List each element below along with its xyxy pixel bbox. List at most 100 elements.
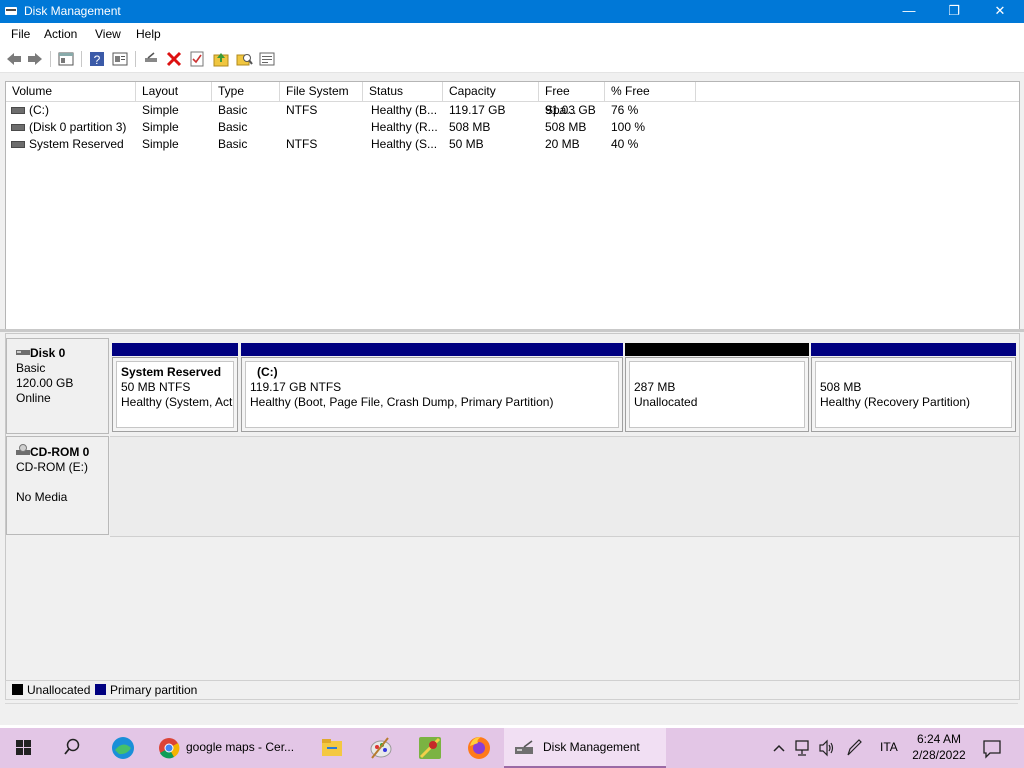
partition-unallocated[interactable]: 287 MB Unallocated <box>625 343 809 432</box>
percent-cell: 100 % <box>611 120 646 134</box>
fs-cell: NTFS <box>286 137 318 151</box>
window-title: Disk Management <box>24 4 121 18</box>
language-indicator[interactable]: ITA <box>880 740 898 754</box>
pen-icon[interactable] <box>845 728 863 768</box>
toolbar-separator <box>135 51 136 67</box>
cdrom-0-label[interactable]: CD-ROM 0 CD-ROM (E:) No Media <box>6 436 109 535</box>
table-row[interactable]: (C:) Simple Basic NTFS Healthy (B... 119… <box>6 102 1019 119</box>
network-icon[interactable] <box>794 728 812 768</box>
clock-date: 2/28/2022 <box>912 748 966 762</box>
disk-0-label[interactable]: Disk 0 Basic 120.00 GB Online <box>6 338 109 434</box>
settings-list-icon[interactable] <box>258 50 276 68</box>
delete-icon[interactable] <box>165 50 183 68</box>
partition-size: 50 MB NTFS <box>121 380 191 394</box>
partition-title: (C:) <box>257 365 278 379</box>
menu-action[interactable]: Action <box>44 27 77 41</box>
volume-icon <box>11 141 25 149</box>
taskbar-disk-management[interactable]: Disk Management <box>504 728 666 768</box>
forward-arrow-icon[interactable] <box>26 50 44 68</box>
connect-drive-icon[interactable] <box>142 50 160 68</box>
toolbar-separator <box>81 51 82 67</box>
start-icon[interactable] <box>14 728 34 768</box>
minimize-button[interactable]: — <box>886 0 932 23</box>
partition-status: Healthy (Boot, Page File, Crash Dump, Pr… <box>250 395 554 409</box>
partition-recovery[interactable]: 508 MB Healthy (Recovery Partition) <box>811 343 1016 432</box>
taskbar-chrome-window[interactable]: google maps - Cer... <box>152 728 304 768</box>
status-bar <box>5 703 1018 722</box>
partition-status: Healthy (Recovery Partition) <box>820 395 971 409</box>
disk-management-icon <box>5 7 17 15</box>
column-free-space[interactable]: Free Spa... <box>539 82 605 117</box>
partition-c[interactable]: (C:) 119.17 GB NTFS Healthy (Boot, Page … <box>241 343 623 432</box>
partition-bar <box>625 343 809 356</box>
maps-app-icon[interactable] <box>417 728 443 768</box>
active-window-label: Disk Management <box>543 740 640 754</box>
folder-up-icon[interactable] <box>212 50 230 68</box>
disk-management-icon <box>515 740 533 754</box>
edge-icon[interactable] <box>110 728 136 768</box>
clock[interactable]: 6:24 AM 2/28/2022 <box>908 731 970 763</box>
column-file-system[interactable]: File System <box>280 82 363 101</box>
disk-name: CD-ROM 0 <box>30 445 90 459</box>
status-cell: Healthy (R... <box>371 120 438 134</box>
notification-icon[interactable] <box>982 728 1002 768</box>
title-bar: Disk Management — ❐ ✕ <box>0 0 1024 23</box>
chrome-icon <box>159 738 180 759</box>
search-icon[interactable] <box>62 728 82 768</box>
capacity-cell: 50 MB <box>449 137 484 151</box>
disk-size <box>16 475 108 490</box>
free-cell: 91.03 GB <box>545 103 596 117</box>
status-cell: Healthy (S... <box>371 137 438 151</box>
legend-unallocated: Unallocated <box>12 683 90 697</box>
menu-help[interactable]: Help <box>136 27 161 41</box>
disk-view: Disk 0 Basic 120.00 GB Online System Res… <box>5 333 1020 685</box>
back-arrow-icon[interactable] <box>5 50 23 68</box>
partition-system-reserved[interactable]: System Reserved 50 MB NTFS Healthy (Syst… <box>112 343 238 432</box>
media-state: No Media <box>16 490 68 504</box>
table-row[interactable]: (Disk 0 partition 3) Simple Basic Health… <box>6 119 1019 136</box>
maximize-button[interactable]: ❐ <box>931 0 977 23</box>
capacity-cell: 508 MB <box>449 120 491 134</box>
layout-cell: Simple <box>142 103 179 117</box>
close-button[interactable]: ✕ <box>977 0 1023 23</box>
partition-title <box>820 365 1007 380</box>
column-capacity[interactable]: Capacity <box>443 82 539 101</box>
column-status[interactable]: Status <box>363 82 443 101</box>
cdrom-empty-area <box>110 436 1019 537</box>
menu-file[interactable]: File <box>11 27 30 41</box>
properties-icon[interactable] <box>111 50 129 68</box>
table-row[interactable]: System Reserved Simple Basic NTFS Health… <box>6 136 1019 153</box>
layout-cell: Simple <box>142 120 179 134</box>
percent-cell: 40 % <box>611 137 639 151</box>
drive-letter: CD-ROM (E:) <box>16 460 88 474</box>
volume-icon <box>11 124 25 132</box>
chevron-up-icon[interactable] <box>770 728 788 768</box>
partition-bar <box>112 343 238 356</box>
partition-status: Healthy (System, Acti <box>121 395 234 409</box>
help-icon[interactable]: ? <box>88 50 106 68</box>
column-type[interactable]: Type <box>212 82 280 101</box>
close-icon: ✕ <box>994 3 1006 18</box>
search-folder-icon[interactable] <box>235 50 253 68</box>
partition-title: System Reserved <box>121 365 222 379</box>
pane-splitter[interactable] <box>0 329 1024 332</box>
taskbar: google maps - Cer... Disk Management ITA… <box>0 728 1024 768</box>
volume-name: (C:) <box>29 103 49 117</box>
volume-icon[interactable] <box>818 728 836 768</box>
fs-cell: NTFS <box>286 103 318 117</box>
partition-size: 508 MB <box>820 380 862 394</box>
disk-size: 120.00 GB <box>16 376 74 390</box>
paint-icon[interactable] <box>368 728 394 768</box>
file-explorer-icon[interactable] <box>319 728 345 768</box>
show-hide-console-tree-icon[interactable] <box>57 50 75 68</box>
menu-view[interactable]: View <box>95 27 121 41</box>
partition-bar <box>811 343 1016 356</box>
legend-label: Unallocated <box>27 683 91 697</box>
firefox-icon[interactable] <box>466 728 492 768</box>
column-volume[interactable]: Volume <box>6 82 136 101</box>
column-percent-free[interactable]: % Free <box>605 82 696 101</box>
column-layout[interactable]: Layout <box>136 82 212 101</box>
toolbar-separator <box>50 51 51 67</box>
checklist-icon[interactable] <box>188 50 206 68</box>
clock-time: 6:24 AM <box>916 732 962 746</box>
